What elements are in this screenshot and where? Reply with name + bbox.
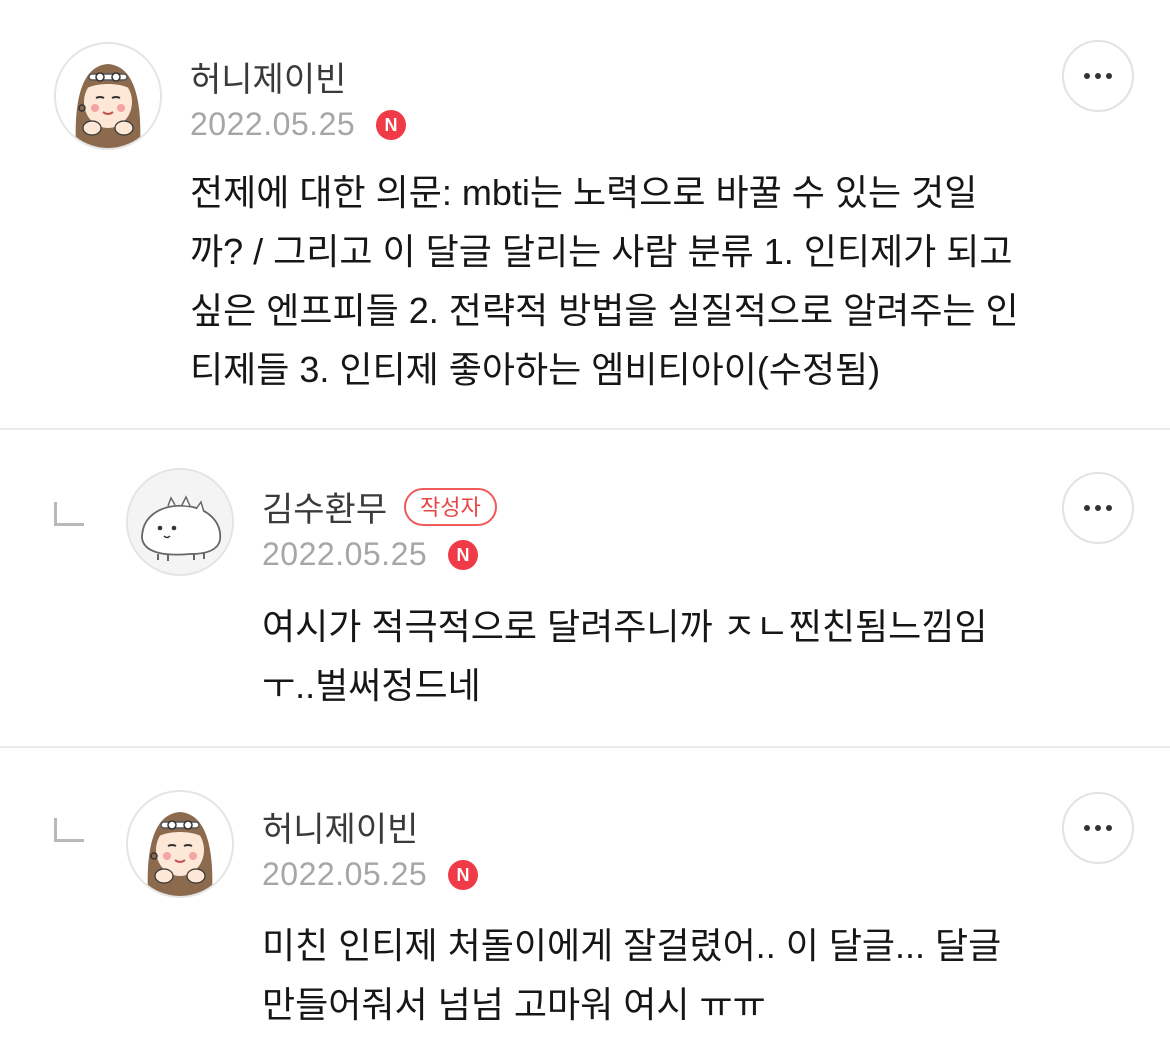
new-badge: N [448, 540, 478, 570]
reply-comment-item: 허니제이빈 2022.05.25 N 미친 인티제 처돌이에게 잘걸렸어.. 이… [0, 748, 1170, 1062]
new-badge: N [448, 860, 478, 890]
author-name[interactable]: 허니제이빈 [190, 52, 346, 101]
author-badge: 작성자 [404, 488, 497, 526]
comment-text: 전제에 대한 의문: mbti는 노력으로 바꿀 수 있는 것일 까? / 그리… [190, 172, 1019, 390]
comment-text: 여시가 적극적으로 달려주니까 ㅈㄴ찐친됨느낌임 ㅜ..벌써정드네 [262, 606, 988, 706]
more-horizontal-icon [1084, 825, 1112, 831]
more-options-button[interactable] [1062, 472, 1134, 544]
more-horizontal-icon [1084, 505, 1112, 511]
more-options-button[interactable] [1062, 40, 1134, 112]
girl-avatar-icon [128, 792, 232, 896]
creature-avatar-icon [128, 470, 232, 574]
comment-date: 2022.05.25 [190, 106, 356, 142]
avatar[interactable] [126, 790, 234, 898]
comment-text: 미친 인티제 처돌이에게 잘걸렸어.. 이 달글... 달글 만들어줘서 넘넘 … [262, 925, 1002, 1025]
more-horizontal-icon [1084, 73, 1112, 79]
comment-item: 허니제이빈 2022.05.25 N 전제에 대한 의문: mbti는 노력으로… [0, 0, 1170, 428]
avatar[interactable] [54, 42, 162, 150]
more-options-button[interactable] [1062, 792, 1134, 864]
comment-date: 2022.05.25 [262, 856, 428, 892]
reply-arrow-icon [54, 502, 84, 526]
avatar[interactable] [126, 468, 234, 576]
author-name[interactable]: 허니제이빈 [262, 802, 418, 851]
girl-avatar-icon [56, 44, 160, 148]
reply-arrow-icon [54, 818, 84, 842]
reply-comment-item: 김수환무 작성자 2022.05.25 N 여시가 적극적으로 달려주니까 ㅈㄴ… [0, 430, 1170, 746]
author-name[interactable]: 김수환무 [262, 482, 387, 531]
new-badge: N [376, 110, 406, 140]
comment-date: 2022.05.25 [262, 536, 428, 572]
